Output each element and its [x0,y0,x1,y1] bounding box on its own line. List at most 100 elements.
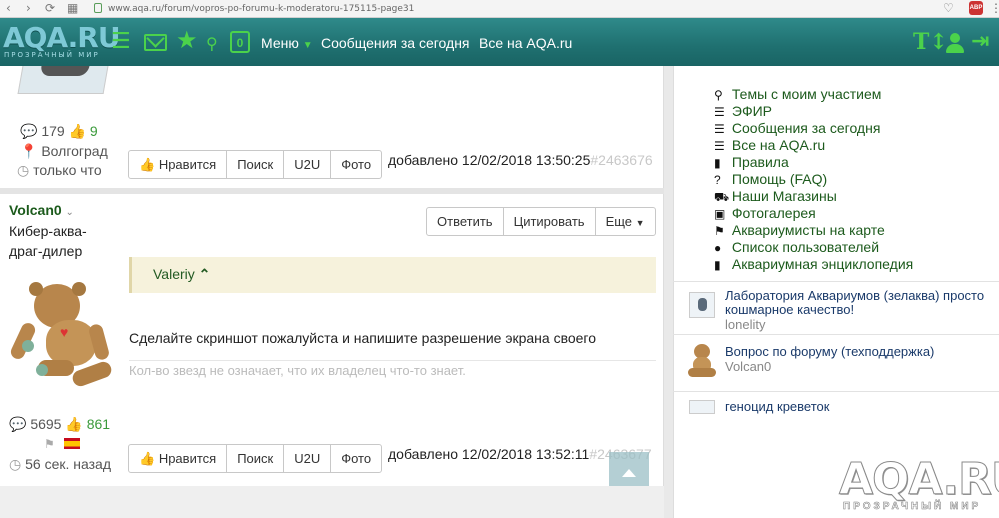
logout-icon[interactable]: ⇥ [971,30,989,54]
list-icon: ☰ [714,139,725,153]
like-icon: 👍 [68,123,87,139]
forward-icon[interactable]: › [26,1,31,15]
like-label: Нравится [158,157,217,172]
topic-avatar [689,292,715,318]
post2-status: 56 сек. назад [25,456,111,472]
post1-u2u-button[interactable]: U2U [284,151,332,178]
sidebar-item-gallery[interactable]: ▣ Фотогалерея [714,205,816,223]
more-button[interactable]: Еще ▼ [596,208,655,235]
post2-rank-line1: Кибер-аква- [9,223,87,239]
text-size-icon[interactable]: T↕ [913,29,948,55]
clock-icon: ◷ [9,456,22,472]
post2-online-status: ◷ 56 сек. назад [9,455,111,473]
topic-user: Volcan0 [725,359,772,374]
cart-icon: ⛟ [714,190,730,204]
topic-avatar [689,400,715,414]
post1-like-button[interactable]: 👍 Нравится [129,151,228,178]
post1-location: 📍 Волгоград [20,142,108,160]
sidebar-label: Аквариумная энциклопедия [731,256,914,272]
sidebar-item-users[interactable]: ● Список пользователей [714,239,879,257]
list-icon: ☰ [714,105,725,119]
list-icon: ☰ [714,122,725,136]
like-label: Нравится [158,451,217,466]
post1-city: Волгоград [41,143,108,159]
search-icon[interactable]: ⚲ [206,32,218,56]
post2-author-name: Volcan0 [9,202,62,218]
chevron-up-icon: ⌃ [198,266,211,282]
map-marker-icon: ⚑ [714,224,725,238]
caret-down-icon: ▼ [635,218,645,228]
sidebar-label: Аквариумисты на карте [731,222,885,238]
quote-author[interactable]: Valeriy ⌃ [153,266,210,283]
post2-rank-line2: драг-дилер [9,243,83,259]
book-icon: ▮ [714,156,721,170]
post2-button-group: 👍 Нравится Поиск U2U Фото [128,444,383,473]
apps-icon[interactable]: ▦ [67,1,78,15]
post1-stats: 💬 179 👍 9 [20,122,98,140]
notification-counter[interactable]: 0 [230,31,250,53]
post1-search-button[interactable]: Поиск [227,151,285,178]
address-bar[interactable]: www.aqa.ru/forum/vopros-po-forumu-k-mode… [108,3,414,15]
sidebar-item-faq[interactable]: ? Помощь (FAQ) [714,171,827,189]
list-icon[interactable]: ☰ [111,30,131,54]
sidebar-item-encyclopedia[interactable]: ▮ Аквариумная энциклопедия [714,256,913,274]
quote-author-name: Valeriy [153,266,195,282]
post2-search-button[interactable]: Поиск [227,445,285,472]
star-icon[interactable]: ★ [176,28,198,52]
post2-signature: Кол-во звезд не означает, что их владеле… [129,363,466,378]
bookmark-icon[interactable]: ♡ [943,1,954,15]
sidebar-item-today[interactable]: ☰ Сообщения за сегодня [714,120,880,138]
post1-photo-button[interactable]: Фото [331,151,381,178]
sidebar-topic[interactable]: геноцид креветок [725,400,990,414]
post2-photo-button[interactable]: Фото [331,445,381,472]
post2-added: добавлено 12/02/2018 13:52:11 [388,446,590,462]
question-icon: ? [714,173,721,187]
all-aqa-link[interactable]: Все на AQA.ru [479,34,572,52]
adblock-extension-icon[interactable]: ABP [969,1,983,15]
sidebar-topic[interactable]: Лаборатория Аквариумов (зелаква) просто … [725,288,990,333]
topic-user: lonelity [725,317,766,332]
sidebar-label: Наши Магазины [731,188,837,204]
sidebar-item-map[interactable]: ⚑ Аквариумисты на карте [714,222,885,240]
browser-toolbar: ‹ › ⟳ ▦ www.aqa.ru/forum/vopros-po-forum… [0,0,999,18]
reply-button[interactable]: Ответить [427,208,504,235]
topic-title: Вопрос по форуму (техподдержка) [725,344,935,359]
replies-icon: 💬 [9,416,27,432]
topic-title: Лаборатория Аквариумов (зелаква) просто … [725,288,985,317]
topic-title: геноцид креветок [725,399,830,414]
site-logo[interactable]: AQA.RU [3,24,121,52]
browser-menu-icon[interactable]: ⋮ [990,1,999,15]
flag-icon: ⚑ [44,437,55,451]
signature-separator [129,360,656,361]
sidebar-item-shops[interactable]: ⛟ Наши Магазины [714,188,837,206]
sidebar-topic[interactable]: Вопрос по форуму (техподдержка) Volcan0 [725,344,990,375]
sidebar-label: Сообщения за сегодня [731,120,881,136]
reload-icon[interactable]: ⟳ [45,1,55,15]
pin-icon: ⚲ [714,88,723,102]
post1-timestamp: добавлено 12/02/2018 13:50:25#2463676 [388,152,653,168]
post1-id-link[interactable]: #2463676 [590,152,652,168]
menu-dropdown[interactable]: Меню ▼ [261,34,313,55]
quote-button[interactable]: Цитировать [504,208,596,235]
post2-like-button[interactable]: 👍 Нравится [129,445,228,472]
post2-rank: Кибер-аква- драг-дилер [9,221,87,261]
post1-likes: 9 [89,123,98,139]
sidebar-item-all[interactable]: ☰ Все на AQA.ru [714,137,825,155]
sidebar-separator [673,334,999,335]
lock-icon [94,3,102,13]
back-icon[interactable]: ‹ [6,1,11,15]
mail-icon[interactable] [144,29,167,51]
sidebar-item-ether[interactable]: ☰ ЭФИР [714,103,772,121]
post1-status: только что [33,162,102,178]
sidebar-item-my-topics[interactable]: ⚲ Темы с моим участием [714,86,881,104]
post1-button-group: 👍 Нравится Поиск U2U Фото [128,150,383,179]
chevron-down-icon: ⌄ [65,207,74,218]
user-icon[interactable] [946,33,964,53]
post2-likes: 861 [86,416,111,432]
post2-author[interactable]: Volcan0 ⌄ [9,202,74,218]
today-messages-link[interactable]: Сообщения за сегодня [321,34,470,52]
sidebar-label: Фотогалерея [731,205,816,221]
post2-u2u-button[interactable]: U2U [284,445,332,472]
sidebar-item-rules[interactable]: ▮ Правила [714,154,789,172]
sidebar-label: Темы с моим участием [731,86,882,102]
